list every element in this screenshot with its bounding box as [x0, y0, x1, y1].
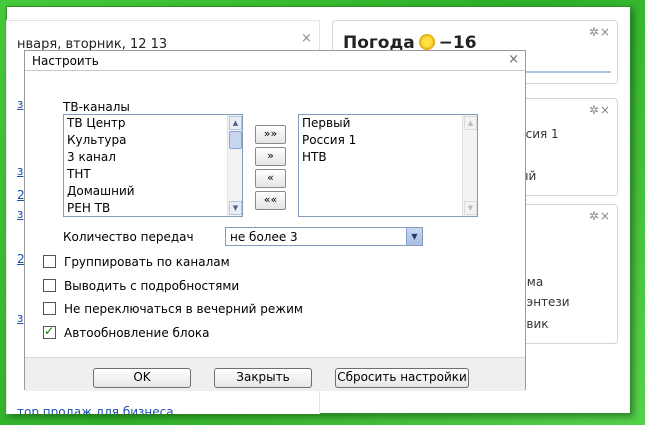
- list-item[interactable]: Первый: [299, 115, 477, 132]
- ok-button[interactable]: OK: [93, 368, 191, 388]
- weather-underline: [523, 71, 611, 73]
- settings-dialog: Настроить × ТВ-каналы ТВ Центр Культура …: [24, 50, 526, 391]
- dialog-titlebar: Настроить ×: [25, 51, 525, 71]
- list-item[interactable]: 3 канал: [64, 149, 242, 166]
- chevron-down-icon[interactable]: ▼: [406, 228, 422, 245]
- bottom-link[interactable]: тор продаж для бизнеса: [17, 405, 174, 414]
- dialog-title: Настроить: [32, 54, 99, 68]
- reset-settings-button[interactable]: Сбросить настройки: [335, 368, 469, 388]
- widget-text: рэнтези: [519, 295, 570, 309]
- show-details-label: Выводить с подробностями: [64, 279, 240, 293]
- list-item[interactable]: ТНТ: [64, 166, 242, 183]
- no-evening-mode-checkbox[interactable]: [43, 302, 56, 315]
- selected-channels-list[interactable]: Первый Россия 1 НТВ ▲ ▼: [298, 114, 478, 217]
- auto-refresh-label: Автообновление блока: [64, 326, 210, 340]
- list-item[interactable]: РЕН ТВ: [64, 200, 242, 216]
- list-item[interactable]: ТВ Центр: [64, 115, 242, 132]
- list-item[interactable]: Домашний: [64, 183, 242, 200]
- add-all-button[interactable]: »»: [255, 125, 286, 144]
- list-item[interactable]: НТВ: [299, 149, 477, 166]
- background-link[interactable]: з: [17, 207, 23, 221]
- widget-controls[interactable]: ✲×: [589, 25, 611, 39]
- group-by-channel-label: Группировать по каналам: [64, 255, 230, 269]
- available-channels-list[interactable]: ТВ Центр Культура 3 канал ТНТ Домашний Р…: [63, 114, 243, 217]
- no-evening-mode-label: Не переключаться в вечерний режим: [64, 302, 303, 316]
- remove-all-button[interactable]: ««: [255, 191, 286, 210]
- close-button[interactable]: Закрыть: [214, 368, 312, 388]
- scroll-up-icon[interactable]: ▲: [464, 116, 477, 130]
- widget-controls[interactable]: ✲×: [589, 209, 611, 223]
- count-label: Количество передач: [63, 230, 194, 244]
- count-select[interactable]: не более 3 ▼: [225, 227, 423, 246]
- close-icon[interactable]: ×: [508, 52, 519, 67]
- background-link[interactable]: з: [17, 97, 23, 111]
- available-list-scrollbar[interactable]: ▲ ▼: [227, 115, 242, 216]
- remove-button[interactable]: «: [255, 169, 286, 188]
- scroll-thumb[interactable]: [229, 131, 242, 149]
- close-icon[interactable]: ×: [301, 31, 312, 46]
- count-select-value: не более 3: [230, 230, 298, 244]
- show-details-checkbox[interactable]: [43, 279, 56, 292]
- auto-refresh-checkbox[interactable]: [43, 324, 56, 339]
- background-link[interactable]: з: [17, 164, 23, 178]
- list-item[interactable]: Культура: [64, 132, 242, 149]
- channels-label: ТВ-каналы: [63, 100, 130, 114]
- scroll-down-icon[interactable]: ▼: [464, 201, 477, 215]
- sun-icon: [418, 34, 435, 50]
- background-link[interactable]: з: [17, 311, 23, 325]
- scroll-up-icon[interactable]: ▲: [229, 116, 242, 130]
- add-button[interactable]: »: [255, 147, 286, 166]
- dialog-footer: OK Закрыть Сбросить настройки: [25, 357, 525, 391]
- list-item[interactable]: Россия 1: [299, 132, 477, 149]
- group-by-channel-checkbox[interactable]: [43, 255, 56, 268]
- selected-list-scrollbar[interactable]: ▲ ▼: [462, 115, 477, 216]
- scroll-down-icon[interactable]: ▼: [229, 201, 242, 215]
- screen-area: нваря, вторник, 12 13 × з з 2 з 2 з тор …: [6, 6, 631, 414]
- widget-controls[interactable]: ✲×: [589, 103, 611, 117]
